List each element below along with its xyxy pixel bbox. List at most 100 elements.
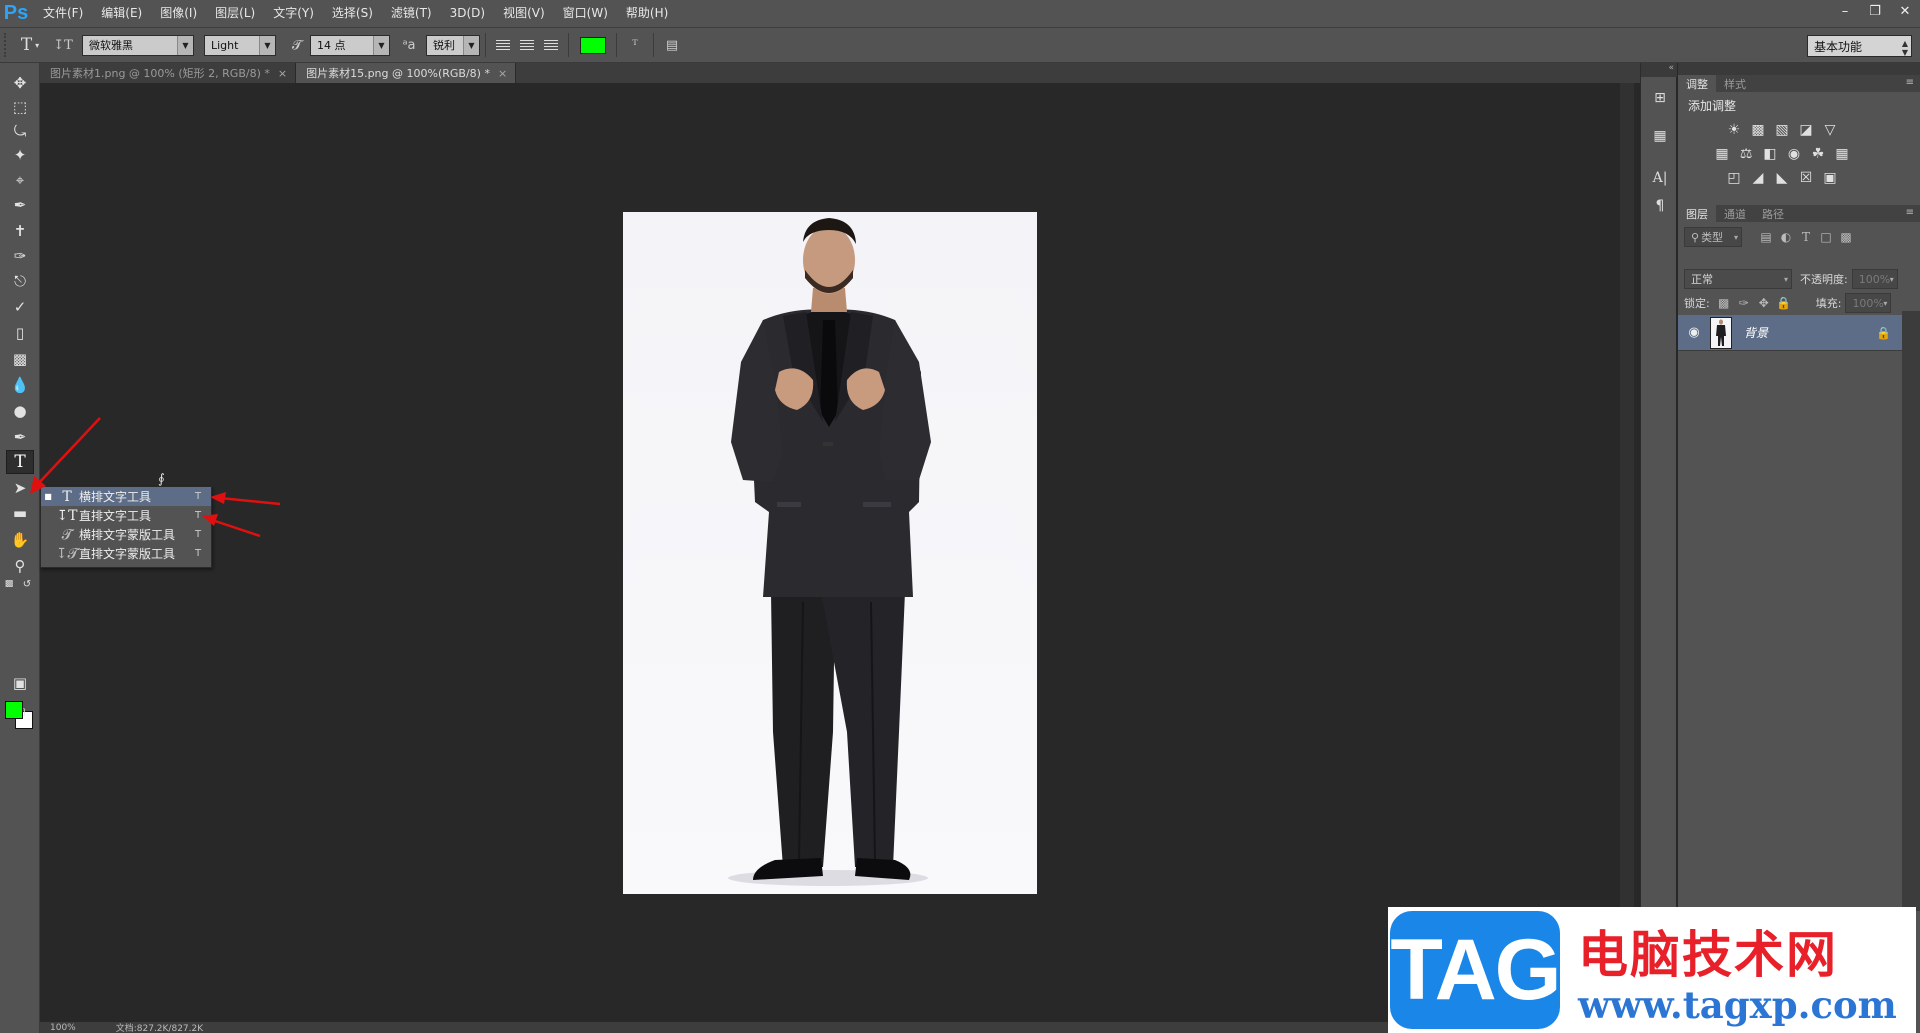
invert-icon[interactable]: ◰ — [1722, 167, 1746, 189]
lock-position-icon[interactable]: ✥ — [1754, 294, 1774, 312]
vibrance-icon[interactable]: ▽ — [1818, 119, 1842, 141]
healing-brush-tool-icon[interactable]: ✝ — [6, 219, 34, 243]
lasso-tool-icon[interactable]: ⤿ — [6, 119, 34, 143]
menu-edit[interactable]: 编辑(E) — [92, 0, 151, 27]
doc-tab-1[interactable]: 图片素材1.png @ 100% (矩形 2, RGB/8) * × — [40, 63, 297, 83]
tool-preset-picker[interactable]: T ▾ — [10, 32, 50, 58]
opacity-input[interactable]: 100% ▾ — [1851, 269, 1898, 289]
panel-menu-icon[interactable]: ≡ — [1906, 207, 1914, 218]
quick-mask-icon[interactable]: ▣ — [6, 671, 34, 695]
panel-menu-icon[interactable]: ≡ — [1906, 77, 1914, 88]
brightness-icon[interactable]: ☀ — [1722, 119, 1746, 141]
menu-help[interactable]: 帮助(H) — [617, 0, 677, 27]
close-icon[interactable]: ✕ — [1890, 0, 1920, 22]
menu-file[interactable]: 文件(F) — [34, 0, 92, 27]
menu-layer[interactable]: 图层(L) — [206, 0, 264, 27]
minimize-icon[interactable]: – — [1830, 0, 1860, 22]
menu-select[interactable]: 选择(S) — [323, 0, 382, 27]
flyout-item-horizontal-type-mask[interactable]: 𝓣 横排文字蒙版工具 T — [41, 525, 211, 544]
hue-saturation-icon[interactable]: ▦ — [1710, 143, 1734, 165]
zoom-level[interactable]: 100% — [50, 1023, 76, 1033]
flyout-item-vertical-type[interactable]: ↧T 直排文字工具 T — [41, 506, 211, 525]
tab-layers[interactable]: 图层 — [1678, 205, 1716, 222]
filter-smart-object-icon[interactable]: ▩ — [1836, 228, 1856, 246]
posterize-icon[interactable]: ◢ — [1746, 167, 1770, 189]
selective-color-icon[interactable]: ▣ — [1818, 167, 1842, 189]
layer-filter-select[interactable]: ⚲ 类型 ▾ — [1684, 227, 1742, 247]
fill-input[interactable]: 100% ▾ — [1845, 293, 1892, 313]
filter-pixel-icon[interactable]: ▤ — [1756, 228, 1776, 246]
zoom-tool-icon[interactable]: ⚲ — [6, 554, 34, 578]
menu-filter[interactable]: 滤镜(T) — [382, 0, 441, 27]
menu-type[interactable]: 文字(Y) — [264, 0, 323, 27]
color-lookup-icon[interactable]: ▦ — [1830, 143, 1854, 165]
threshold-icon[interactable]: ◣ — [1770, 167, 1794, 189]
tab-close-icon[interactable]: × — [498, 67, 507, 80]
blend-mode-select[interactable]: 正常 ▾ — [1684, 269, 1792, 289]
marquee-tool-icon[interactable]: ⬚ — [6, 95, 34, 119]
tab-channels[interactable]: 通道 — [1716, 205, 1754, 222]
menu-3d[interactable]: 3D(D) — [441, 0, 494, 27]
layers-scrollbar[interactable] — [1902, 311, 1920, 911]
hand-tool-icon[interactable]: ✋ — [6, 528, 34, 552]
default-colors-icon[interactable]: ▩ — [2, 578, 16, 590]
crop-tool-icon[interactable]: ⌖ — [6, 168, 34, 192]
tab-adjustments[interactable]: 调整 — [1678, 75, 1716, 92]
layer-row-background[interactable]: ◉ 背景 🔒 — [1678, 315, 1902, 351]
foreground-color-swatch[interactable] — [5, 701, 23, 719]
photo-filter-icon[interactable]: ◉ — [1782, 143, 1806, 165]
character-panel-toggle-icon[interactable]: ▤ — [659, 32, 685, 58]
eyedropper-tool-icon[interactable]: ✒ — [6, 193, 34, 217]
lock-pixels-icon[interactable]: ✑ — [1734, 294, 1754, 312]
doc-info[interactable]: 文档:827.2K/827.2K — [116, 1021, 203, 1033]
character-panel-icon[interactable]: A| — [1647, 167, 1673, 189]
history-panel-icon[interactable]: ⊞ — [1647, 87, 1673, 109]
workspace-select[interactable]: 基本功能 ▲ ▼ — [1807, 35, 1912, 57]
menu-view[interactable]: 视图(V) — [494, 0, 554, 27]
gradient-map-icon[interactable]: ☒ — [1794, 167, 1818, 189]
black-white-icon[interactable]: ◧ — [1758, 143, 1782, 165]
tab-paths[interactable]: 路径 — [1754, 205, 1792, 222]
eraser-tool-icon[interactable]: ▯ — [6, 321, 34, 345]
document-image[interactable] — [623, 212, 1037, 894]
brush-tool-icon[interactable]: ✑ — [6, 244, 34, 268]
levels-icon[interactable]: ▩ — [1746, 119, 1770, 141]
swap-colors-icon[interactable]: ↺ — [20, 578, 34, 590]
gradient-tool-icon[interactable]: ▩ — [6, 347, 34, 371]
magic-wand-tool-icon[interactable]: ✦ — [6, 143, 34, 167]
visibility-eye-icon[interactable]: ◉ — [1678, 325, 1710, 340]
flyout-item-vertical-type-mask[interactable]: ↧𝓣 直排文字蒙版工具 T — [41, 544, 211, 563]
align-left-button[interactable] — [491, 33, 515, 57]
curves-icon[interactable]: ▧ — [1770, 119, 1794, 141]
doc-tab-2[interactable]: 图片素材15.png @ 100%(RGB/8) * × — [296, 63, 517, 83]
blur-tool-icon[interactable]: 💧 — [6, 373, 34, 397]
properties-panel-icon[interactable]: ▦ — [1647, 125, 1673, 147]
align-center-button[interactable] — [515, 33, 539, 57]
paragraph-panel-icon[interactable]: ¶ — [1647, 195, 1673, 217]
exposure-icon[interactable]: ◪ — [1794, 119, 1818, 141]
history-brush-tool-icon[interactable]: ✓ — [6, 295, 34, 319]
move-tool-icon[interactable]: ✥ — [6, 71, 34, 95]
antialias-select[interactable]: 锐利 ▼ — [426, 34, 480, 56]
filter-type-icon[interactable]: T — [1796, 228, 1816, 246]
channel-mixer-icon[interactable]: ☘ — [1806, 143, 1830, 165]
collapse-icon[interactable]: « — [1641, 63, 1677, 77]
canvas-scrollbar[interactable] — [1620, 83, 1634, 1023]
font-family-select[interactable]: 微软雅黑 ▼ — [82, 34, 194, 56]
menu-window[interactable]: 窗口(W) — [554, 0, 617, 27]
align-right-button[interactable] — [539, 33, 563, 57]
color-balance-icon[interactable]: ⚖ — [1734, 143, 1758, 165]
stamp-tool-icon[interactable]: ⎋ — [6, 269, 34, 293]
restore-icon[interactable]: ❐ — [1860, 0, 1890, 22]
tab-close-icon[interactable]: × — [278, 67, 287, 80]
warp-text-icon[interactable]: ᵀ — [622, 32, 648, 58]
menu-image[interactable]: 图像(I) — [151, 0, 206, 27]
lock-all-icon[interactable]: 🔒 — [1774, 294, 1794, 312]
tab-styles[interactable]: 样式 — [1716, 75, 1754, 92]
filter-adjustment-icon[interactable]: ◐ — [1776, 228, 1796, 246]
filter-shape-icon[interactable]: □ — [1816, 228, 1836, 246]
toggle-orientation-icon[interactable]: ↧T — [50, 32, 76, 58]
lock-transparent-icon[interactable]: ▩ — [1714, 294, 1734, 312]
text-color-swatch[interactable] — [580, 36, 606, 54]
shape-tool-icon[interactable]: ▬ — [6, 501, 34, 525]
